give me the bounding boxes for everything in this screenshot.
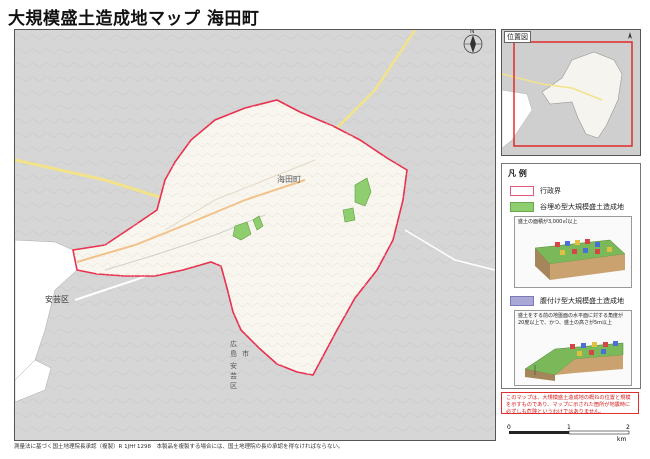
side-fill-swatch [510,296,534,306]
scale-segment-1 [509,431,569,434]
legend-item-valley: 谷埋め型大規模盛土造成地 [510,202,624,212]
inset-canvas [502,30,640,155]
scale-unit: km [617,436,626,442]
valley-fill-swatch [510,202,534,212]
location-inset-map[interactable]: 位置図 [501,29,641,156]
svg-text:安: 安 [230,361,237,370]
admin-boundary-swatch [510,186,534,196]
aki-ward-label: 安芸区 [45,294,69,304]
valley-diagram-illustration [534,238,626,280]
legend-panel: 凡 例 行政界 谷埋め型大規模盛土造成地 盛土の面積が3,000㎡以上 腹付け型… [501,163,641,389]
legend-label-valley: 谷埋め型大規模盛土造成地 [540,203,624,211]
svg-text:区: 区 [230,382,237,390]
legend-title: 凡 例 [508,169,527,178]
town-label: 海田町 [277,174,301,184]
legend-label-admin: 行政界 [540,187,561,195]
map-credit: 測量法に基づく国土地理院長承認（複製）R 1JHf 1298 本製品を複製する場… [14,444,344,450]
legend-item-admin: 行政界 [510,186,561,196]
side-diagram-caption-line2: 20度以上で、かつ、盛土の高さが5m以上 [518,319,613,326]
svg-text:広: 広 [230,339,237,348]
disclaimer-note: このマップは、大規模盛土造成地の概ねの位置と規模を示すものであり、マップに示され… [501,392,639,415]
inset-label: 位置図 [504,31,531,43]
legend-label-side: 腹付け型大規模盛土造成地 [540,297,624,305]
scale-tick-2: 2 [626,424,630,431]
svg-text:芸: 芸 [230,371,237,380]
svg-text:市: 市 [242,349,249,358]
map-canvas: 海田町 安芸区 広 島 市 安 芸 区 N [15,30,495,440]
valley-fill-diagram: 盛土の面積が3,000㎡以上 [514,216,632,288]
scale-tick-1: 1 [567,424,571,431]
scale-bar: 0 1 2 km [505,420,635,443]
scale-tick-0: 0 [507,424,511,431]
side-diagram-caption: 盛土をする前の地盤面の水平面に対する角度が 20度以上で、かつ、盛土の高さが5m… [515,311,631,329]
side-diagram-illustration [524,340,624,381]
page-title: 大規模盛土造成地マップ 海田町 [8,9,260,29]
svg-text:島: 島 [230,349,237,358]
side-fill-diagram: 盛土をする前の地盤面の水平面に対する角度が 20度以上で、かつ、盛土の高さが5m… [514,310,632,386]
valley-diagram-caption: 盛土の面積が3,000㎡以上 [518,219,578,225]
legend-item-side: 腹付け型大規模盛土造成地 [510,296,624,306]
svg-text:N: N [470,30,475,35]
side-diagram-caption-line1: 盛土をする前の地盤面の水平面に対する角度が [518,313,624,319]
main-map[interactable]: 海田町 安芸区 広 島 市 安 芸 区 N [14,29,496,441]
valley-fill-site[interactable] [342,207,356,223]
scale-segment-2 [568,430,630,435]
